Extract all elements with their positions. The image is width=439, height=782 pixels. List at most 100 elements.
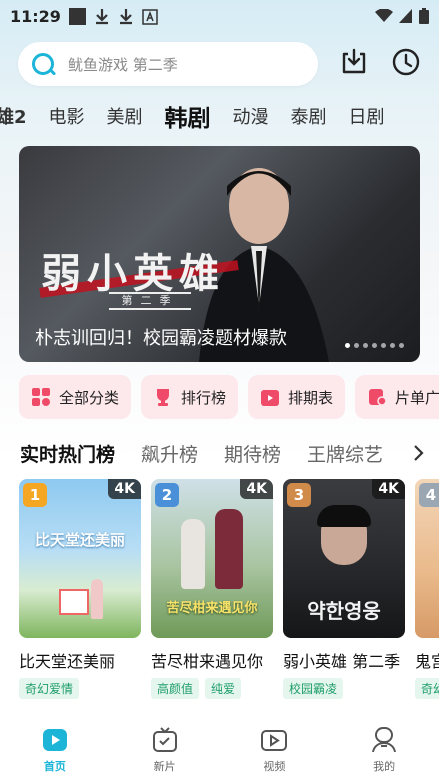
quick-links: 全部分类 排行榜 排期表 片单广 <box>19 375 439 419</box>
hero-banner[interactable]: 弱小英雄 第二季 朴志训回归！校园霸凌题材爆款 <box>19 146 420 362</box>
pagination-dot <box>390 343 395 348</box>
poster-figure-art <box>215 509 243 589</box>
app-notification-icon <box>68 7 86 25</box>
history-clock-icon[interactable] <box>390 46 422 78</box>
chevron-right-icon[interactable] <box>413 444 425 462</box>
tab-category-partial[interactable]: 雄2 <box>0 103 27 129</box>
tab-movies[interactable]: 电影 <box>49 103 85 129</box>
tab-thai-drama[interactable]: 泰剧 <box>291 103 327 129</box>
poster-image: 4 <box>415 479 439 638</box>
tab-anticipated[interactable]: 期待榜 <box>224 440 281 467</box>
status-bar: 11:29 <box>0 0 439 32</box>
nav-label: 新片 <box>153 760 176 773</box>
profile-icon <box>372 727 397 753</box>
poster-gift-art <box>59 589 89 615</box>
wifi-icon <box>375 9 393 22</box>
nav-profile[interactable]: 我的 <box>329 716 439 782</box>
show-card[interactable]: 苦尽柑来遇见你 2 4K 苦尽柑来遇见你 高颜值 纯爱 <box>151 479 273 699</box>
pagination-dot <box>372 343 377 348</box>
grid-icon <box>32 388 50 406</box>
tab-variety[interactable]: 王牌综艺 <box>307 440 383 467</box>
calendar-icon <box>261 390 280 406</box>
poster-title-art: 比天堂还美丽 <box>34 531 125 549</box>
battery-icon <box>419 8 429 24</box>
ranking-button[interactable]: 排行榜 <box>141 375 239 419</box>
category-tabs: 雄2 电影 美剧 韩剧 动漫 泰剧 日剧 <box>0 98 439 134</box>
card-title: 比天堂还美丽 <box>19 652 116 671</box>
pagination-dot <box>363 343 368 348</box>
card-title: 鬼宫 <box>415 652 439 671</box>
genre-tag: 校园霸凌 <box>283 678 344 699</box>
card-title: 苦尽柑来遇见你 <box>151 652 264 671</box>
search-placeholder: 鱿鱼游戏 第二季 <box>68 55 178 74</box>
poster-image: 苦尽柑来遇见你 2 4K <box>151 479 273 638</box>
search-input[interactable]: 鱿鱼游戏 第二季 <box>18 42 318 86</box>
card-title: 弱小英雄 第二季 <box>283 652 401 671</box>
genre-tag: 纯爱 <box>205 678 242 699</box>
rank-badge: 2 <box>155 483 179 507</box>
tab-realtime-hot[interactable]: 实时热门榜 <box>20 440 115 467</box>
quick-link-label: 排期表 <box>288 388 334 407</box>
poster-image: 약한영웅 3 4K <box>283 479 405 638</box>
search-icon <box>32 53 54 75</box>
pagination-dot <box>345 343 350 348</box>
tag-row: 校园霸凌 <box>283 678 405 699</box>
home-play-icon <box>42 729 67 751</box>
nav-home[interactable]: 首页 <box>0 716 110 782</box>
poster-hair-art <box>317 505 371 527</box>
tab-anime[interactable]: 动漫 <box>233 103 269 129</box>
download-notification-icon <box>119 8 132 24</box>
quick-link-label: 全部分类 <box>59 388 120 407</box>
poster-figure-art <box>181 519 205 589</box>
quality-badge: 4K <box>240 479 273 499</box>
tab-rising[interactable]: 飙升榜 <box>141 440 198 467</box>
playlist-icon <box>369 389 387 406</box>
show-card[interactable]: 4 鬼宫 奇幻 <box>415 479 439 699</box>
tab-us-drama[interactable]: 美剧 <box>107 103 143 129</box>
rank-badge: 4 <box>419 483 439 507</box>
status-time: 11:29 <box>10 6 61 26</box>
tag-row: 奇幻爱情 <box>19 678 141 699</box>
rank-badge: 1 <box>23 483 47 507</box>
show-card[interactable]: 比天堂还美丽 1 4K 比天堂还美丽 奇幻爱情 <box>19 479 141 699</box>
ranking-tabs: 实时热门榜 飙升榜 期待榜 王牌综艺 <box>20 438 439 468</box>
banner-caption: 朴志训回归！校园霸凌题材爆款 <box>35 328 287 349</box>
system-icons <box>375 8 429 24</box>
header-search-row: 鱿鱼游戏 第二季 <box>18 42 428 86</box>
font-notification-icon <box>142 8 158 25</box>
playlist-button[interactable]: 片单广 <box>355 375 439 419</box>
video-camera-icon <box>261 730 288 751</box>
all-categories-button[interactable]: 全部分类 <box>19 375 132 419</box>
tab-korean-drama[interactable]: 韩剧 <box>165 99 211 133</box>
poster-title-art: 苦尽柑来遇见你 <box>166 601 258 616</box>
schedule-button[interactable]: 排期表 <box>248 375 346 419</box>
poster-title-art: 약한영웅 <box>307 599 381 623</box>
download-notification-icon <box>95 8 108 24</box>
banner-art-title: 弱小英雄 <box>41 250 225 297</box>
quality-badge: 4K <box>108 479 141 499</box>
tag-row: 高颜值 纯爱 <box>151 678 273 699</box>
trophy-icon <box>157 389 170 406</box>
poster-image: 比天堂还美丽 1 4K <box>19 479 141 638</box>
poster-figure-art <box>91 579 103 619</box>
nav-label: 视频 <box>263 760 286 773</box>
quick-link-label: 片单广 <box>395 388 439 407</box>
pagination-dot <box>399 343 404 348</box>
banner-pagination <box>345 343 404 348</box>
nav-label: 我的 <box>373 760 396 773</box>
download-icon[interactable] <box>338 46 370 78</box>
nav-video[interactable]: 视频 <box>220 716 330 782</box>
rank-badge: 3 <box>287 483 311 507</box>
genre-tag: 奇幻 <box>415 678 439 699</box>
nav-label: 首页 <box>43 760 66 773</box>
show-card[interactable]: 약한영웅 3 4K 弱小英雄 第二季 校园霸凌 <box>283 479 405 699</box>
nav-new-releases[interactable]: 新片 <box>110 716 220 782</box>
quality-badge: 4K <box>372 479 405 499</box>
pagination-dot <box>354 343 359 348</box>
banner-art-subtitle: 第二季 <box>109 292 191 310</box>
tab-japanese-drama[interactable]: 日剧 <box>349 103 385 129</box>
tag-row: 奇幻 <box>415 678 439 699</box>
notification-icons <box>68 7 158 25</box>
bottom-navigation: 首页 新片 视频 我的 <box>0 716 439 782</box>
signal-icon <box>399 9 412 23</box>
